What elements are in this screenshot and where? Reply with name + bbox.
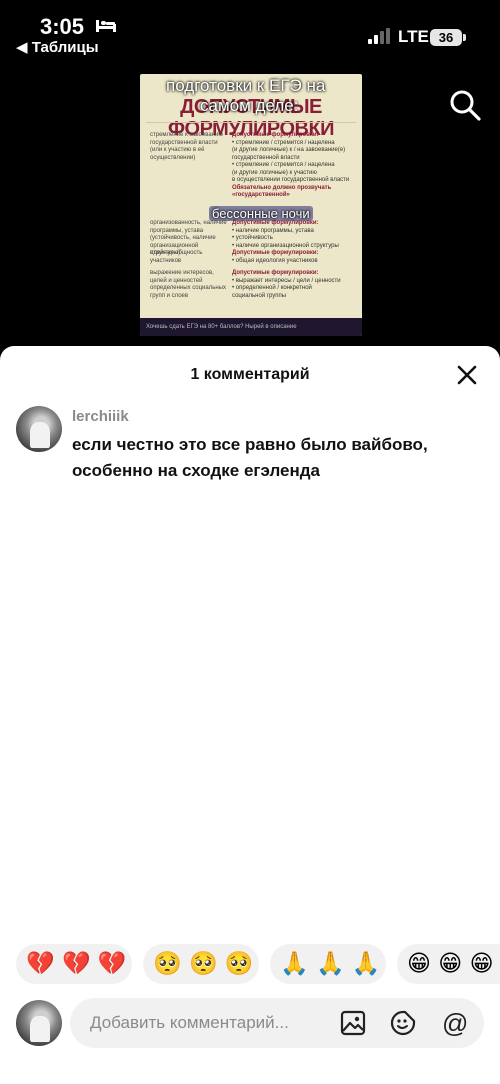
slide-text-right: Допустимые формулировки: • общая идеологи… (232, 250, 319, 264)
slide-text-right: Допустимые формулировки: • стремление / с… (232, 132, 350, 198)
slide-text-left: идейная общность участников (150, 250, 203, 264)
slide-footer: Хочешь сдать ЕГЭ на 80+ баллов? Нырей в … (140, 318, 362, 336)
network-type: LTE (398, 27, 429, 46)
slide-text-right: Допустимые формулировки: • наличие програ… (232, 220, 339, 249)
close-icon[interactable] (454, 362, 480, 388)
signal-icon (368, 28, 390, 44)
clock: 3:05 (40, 14, 85, 39)
comment-text: если честно это все равно было вайбово, … (72, 435, 428, 480)
video-caption: бессонные ночи (209, 206, 313, 221)
comment-input[interactable] (90, 998, 326, 1048)
comment-composer: @ (70, 998, 484, 1048)
slide-text-left: стремление к завоеванию государственной в… (150, 132, 223, 161)
slide-text-right: Допустимые формулировки: • выражает интер… (232, 270, 341, 299)
slide-text-left: выражение интересов, целей и ценностей опр… (150, 270, 226, 299)
emoji-icon[interactable] (390, 1010, 416, 1036)
video-caption: подготовки к ЕГЭ на (166, 76, 326, 95)
battery-indicator: 36 (430, 29, 462, 46)
emoji-pill-grin[interactable]: 😁 😁 😁 (397, 944, 500, 984)
slide-divider (146, 122, 356, 123)
battery-tip (463, 34, 466, 41)
status-bar: 3:05 ◀ Таблицы LTE 36 (0, 0, 500, 62)
comments-sheet: 1 комментарий lerchiiik если честно это … (0, 346, 500, 1084)
search-icon[interactable] (448, 88, 482, 122)
avatar[interactable] (16, 406, 62, 452)
comment-username[interactable]: lerchiiik (72, 408, 129, 425)
mention-icon[interactable]: @ (442, 1010, 468, 1036)
back-to-app-link[interactable]: ◀ Таблицы (16, 38, 99, 56)
video-caption: самом деле: (200, 96, 299, 115)
sleep-icon (96, 20, 116, 32)
emoji-pill-broken-heart[interactable]: 💔 💔 💔 (16, 944, 132, 984)
image-icon[interactable] (340, 1010, 366, 1036)
current-user-avatar (16, 1000, 62, 1046)
emoji-pill-pray[interactable]: 🙏 🙏 🙏 (270, 944, 386, 984)
emoji-pill-pleading[interactable]: 🥺 🥺 🥺 (143, 944, 259, 984)
emoji-quick-bar: 💔 💔 💔 🥺 🥺 🥺 🙏 🙏 🙏 😁 😁 😁 (0, 944, 500, 984)
comments-count-title: 1 комментарий (190, 366, 310, 383)
